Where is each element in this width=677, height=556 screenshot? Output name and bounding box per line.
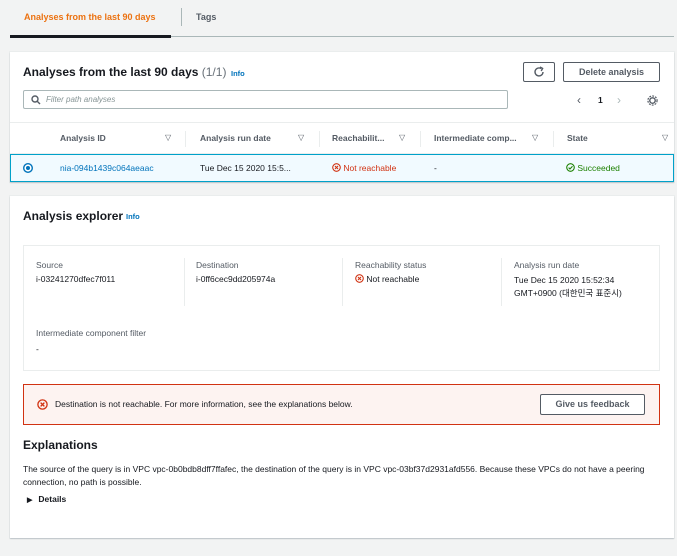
column-separator [420,131,421,147]
column-analysis-id[interactable]: Analysis ID [60,133,106,143]
intermediate-cell: - [434,163,437,173]
column-state[interactable]: State [567,133,588,143]
page-number[interactable]: 1 [598,95,603,105]
tab-bar: Analyses from the last 90 days Tags [10,0,674,38]
sort-caret-icon[interactable]: ▽ [532,133,538,142]
refresh-icon [534,66,544,77]
column-separator [319,131,320,147]
state-cell: Succeeded [566,163,620,173]
radio-selected-icon[interactable] [23,163,33,173]
give-feedback-button[interactable]: Give us feedback [540,394,645,415]
reachability-status-text: Not reachable [366,274,420,284]
tab-divider [181,8,182,26]
destination-label: Destination [196,260,239,270]
run-date-label: Analysis run date [514,260,580,270]
source-value: i-03241270dfec7f011 [36,274,116,284]
analysis-details-card: Source i-03241270dfec7f011 Destination i… [23,245,660,371]
analysis-id-link[interactable]: nia-094b1439c064aeaac [60,163,154,173]
sort-caret-icon[interactable]: ▽ [165,133,171,142]
run-date-line1: Tue Dec 15 2020 15:52:34 [514,275,615,285]
refresh-button[interactable] [523,62,555,82]
active-tab-indicator [10,35,171,38]
reachability-status-label: Reachability status [355,260,427,270]
state-text: Succeeded [577,163,620,173]
table-header: Analysis ID ▽ Analysis run date ▽ Reacha… [10,122,674,154]
details-expander[interactable]: ▶ Details [27,494,66,504]
analysis-explorer-panel: Analysis explorer Info Source i-03241270… [10,196,674,538]
column-divider [501,258,502,306]
column-separator [553,131,554,147]
sort-caret-icon[interactable]: ▽ [298,133,304,142]
reachability-text: Not reachable [343,163,397,173]
details-label: Details [38,494,67,504]
column-run-date[interactable]: Analysis run date [200,133,271,143]
error-circle-icon [332,163,341,172]
destination-value: i-0ff6cec9dd205974a [196,274,276,284]
intermediate-filter-value: - [36,344,39,354]
error-circle-icon [37,399,48,410]
explorer-info-link[interactable]: Info [126,212,140,221]
analyses-count: (1/1) [201,65,227,79]
analyses-panel: Analyses from the last 90 days (1/1) Inf… [10,52,674,182]
source-label: Source [36,260,63,270]
run-date-cell: Tue Dec 15 2020 15:5... [200,163,291,173]
reachability-status-value: Not reachable [355,273,419,286]
error-alert: Destination is not reachable. For more i… [23,384,660,425]
chevron-right-icon[interactable]: › [617,93,621,107]
success-circle-icon [566,163,575,172]
reachability-cell: Not reachable [332,163,396,173]
alert-message: Destination is not reachable. For more i… [55,399,353,409]
delete-analysis-button[interactable]: Delete analysis [563,62,660,82]
analyses-info-link[interactable]: Info [231,69,245,78]
run-date-line2: GMT+0900 (대한민국 표준시) [514,288,622,298]
error-circle-icon [355,274,364,283]
chevron-left-icon[interactable]: ‹ [577,93,581,107]
caret-right-icon: ▶ [27,497,33,504]
search-field[interactable] [23,90,508,109]
analyses-title-text: Analyses from the last 90 days [23,65,199,79]
search-input[interactable] [46,93,496,106]
column-separator [185,131,186,147]
analyses-title: Analyses from the last 90 days (1/1) [23,65,226,79]
explanations-title: Explanations [23,438,98,452]
explanation-text: The source of the query is in VPC vpc-0b… [23,464,645,487]
tab-tags[interactable]: Tags [196,12,216,22]
column-reachability[interactable]: Reachabilit... [332,133,384,143]
explorer-title: Analysis explorer [23,209,124,223]
intermediate-filter-label: Intermediate component filter [36,328,147,338]
settings-icon[interactable] [647,95,658,106]
search-icon [31,95,41,105]
sort-caret-icon[interactable]: ▽ [399,133,405,142]
column-divider [184,258,185,306]
column-intermediate[interactable]: Intermediate comp... [434,133,517,143]
sort-caret-icon[interactable]: ▽ [662,133,668,142]
column-divider [342,258,343,306]
tab-analyses[interactable]: Analyses from the last 90 days [24,12,156,22]
table-row[interactable]: nia-094b1439c064aeaac Tue Dec 15 2020 15… [10,154,674,182]
